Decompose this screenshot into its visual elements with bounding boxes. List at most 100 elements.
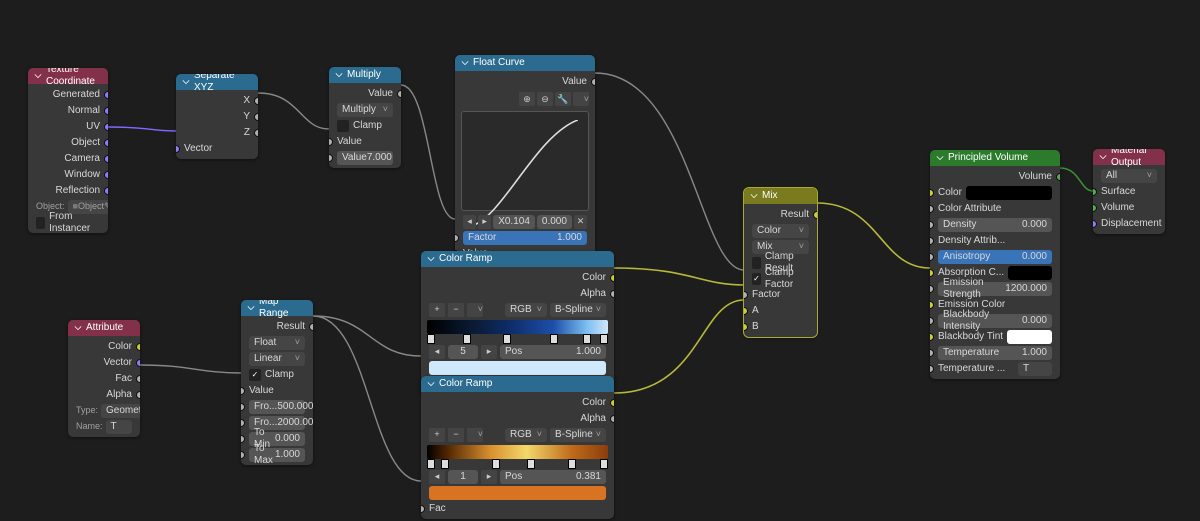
field-anisotropy[interactable]: Anisotropy0.000 [930, 249, 1060, 264]
stop-index[interactable]: 5 [448, 345, 478, 359]
node-color-ramp-1[interactable]: Color Ramp Color Alpha + − RGB B-Spline … [421, 251, 614, 394]
field-color[interactable]: Color [930, 185, 1060, 200]
mode-dropdown[interactable]: RGB [505, 303, 547, 317]
ramp-menu[interactable] [467, 303, 483, 317]
field-color-attribute[interactable]: Color Attribute [930, 201, 1060, 216]
out-alpha: Alpha [68, 387, 140, 402]
add-stop-icon[interactable]: + [429, 428, 445, 442]
node-header[interactable]: Separate XYZ [176, 74, 258, 90]
remove-stop-icon[interactable]: − [448, 303, 464, 317]
node-header[interactable]: Texture Coordinate [28, 68, 108, 84]
out-color: Color [68, 339, 140, 354]
out-color: Color [421, 395, 614, 410]
stop-pos[interactable]: Pos1.000 [500, 345, 606, 359]
next-stop-icon[interactable]: ▸ [481, 345, 497, 359]
field-temperature[interactable]: Temperature1.000 [930, 345, 1060, 360]
out-uv: UV [28, 119, 108, 134]
field-temperature-[interactable]: Temperature ...T [930, 361, 1060, 376]
tools-icon[interactable]: 🔧 [555, 92, 571, 106]
out-y: Y [176, 109, 258, 124]
next-stop-icon[interactable]: ▸ [481, 470, 497, 484]
in-to-max[interactable]: To Max1.000 [241, 447, 313, 462]
interp-dropdown[interactable]: B-Spline [550, 428, 606, 442]
in-value-1: Value [329, 134, 401, 149]
target-dropdown[interactable]: All [1101, 169, 1157, 183]
in-surface: Surface [1093, 184, 1165, 199]
node-mix[interactable]: Mix Result Color Mix Clamp Result Clamp … [744, 188, 817, 337]
out-z: Z [176, 125, 258, 140]
mode-dropdown[interactable]: RGB [505, 428, 547, 442]
stop-pos[interactable]: Pos0.381 [500, 470, 606, 484]
node-texture-coordinate[interactable]: Texture Coordinate Generated Normal UV O… [28, 68, 108, 233]
interp-dropdown[interactable]: B-Spline [550, 303, 606, 317]
out-value: Value [455, 74, 595, 89]
out-normal: Normal [28, 103, 108, 118]
next-point-icon[interactable]: ▸ [478, 215, 491, 229]
field-blackbody-intensity[interactable]: Blackbody Intensity0.000 [930, 313, 1060, 328]
delete-point-icon[interactable]: ✕ [574, 215, 587, 229]
node-math-multiply[interactable]: Multiply Value Multiply Clamp Value Valu… [329, 67, 401, 168]
in-fac: Fac [421, 501, 614, 516]
in-factor[interactable]: Factor1.000 [455, 230, 595, 245]
prev-stop-icon[interactable]: ◂ [429, 345, 445, 359]
interp-dropdown[interactable]: Linear [249, 352, 305, 366]
out-value: Value [329, 86, 401, 101]
out-alpha: Alpha [421, 411, 614, 426]
in-to-min[interactable]: To Min0.000 [241, 431, 313, 446]
in-value: Value [241, 383, 313, 398]
in-displacement: Displacement [1093, 216, 1165, 231]
gradient[interactable] [427, 445, 608, 459]
gradient[interactable] [427, 320, 608, 334]
out-result: Result [241, 319, 313, 334]
out-alpha: Alpha [421, 286, 614, 301]
stop-index[interactable]: 1 [448, 470, 478, 484]
in-volume: Volume [1093, 200, 1165, 215]
node-material-output[interactable]: Material Output All Surface Volume Displ… [1093, 149, 1165, 234]
field-blackbody-tint[interactable]: Blackbody Tint [930, 329, 1060, 344]
in-factor: Factor [744, 287, 817, 302]
in-vector: Vector [176, 141, 258, 156]
attr-name-input[interactable]: T [106, 420, 132, 434]
field-density-attrib-[interactable]: Density Attrib... [930, 233, 1060, 248]
clamp-toggle[interactable]: Clamp [241, 367, 313, 382]
node-separate-xyz[interactable]: Separate XYZ X Y Z Vector [176, 74, 258, 159]
out-x: X [176, 93, 258, 108]
curve-menu[interactable] [573, 92, 589, 106]
node-float-curve[interactable]: Float Curve Value ⊕ ⊖ 🔧 ◂ ▸ X0.104 0.000… [455, 55, 595, 264]
zoom-in-icon[interactable]: ⊕ [519, 92, 535, 106]
out-reflection: Reflection [28, 183, 108, 198]
clamp-toggle[interactable]: Clamp [329, 118, 401, 133]
in-value-2[interactable]: Value7.000 [329, 150, 401, 165]
prev-stop-icon[interactable]: ◂ [429, 470, 445, 484]
operation-dropdown[interactable]: Multiply [337, 103, 393, 117]
in-b: B [744, 319, 817, 334]
prev-point-icon[interactable]: ◂ [463, 215, 476, 229]
out-result: Result [744, 207, 817, 222]
out-color: Color [421, 270, 614, 285]
node-principled-volume[interactable]: Principled Volume Volume ColorColor Attr… [930, 150, 1060, 379]
dtype-dropdown[interactable]: Color [752, 224, 809, 238]
in-a: A [744, 303, 817, 318]
curve-toolbar: ⊕ ⊖ 🔧 [455, 92, 595, 106]
stop-color-swatch[interactable] [429, 361, 606, 375]
dtype-dropdown[interactable]: Float [249, 336, 305, 350]
field-emission-strength[interactable]: Emission Strength1200.000 [930, 281, 1060, 296]
clamp-factor-toggle[interactable]: Clamp Factor [744, 271, 817, 286]
node-map-range[interactable]: Map Range Result Float Linear Clamp Valu… [241, 300, 313, 465]
curve-editor[interactable] [461, 111, 589, 211]
node-color-ramp-2[interactable]: Color Ramp Color Alpha + − RGB B-Spline … [421, 376, 614, 519]
node-attribute[interactable]: Attribute Color Vector Fac Alpha Type:Ge… [68, 320, 140, 437]
remove-stop-icon[interactable]: − [448, 428, 464, 442]
in-from-max[interactable]: Fro...2000.000 [241, 415, 313, 430]
field-density[interactable]: Density0.000 [930, 217, 1060, 232]
add-stop-icon[interactable]: + [429, 303, 445, 317]
out-vector: Vector [68, 355, 140, 370]
zoom-out-icon[interactable]: ⊖ [537, 92, 553, 106]
attr-type-dropdown[interactable]: Geometry [101, 404, 140, 418]
out-generated: Generated [28, 87, 108, 102]
from-instancer-toggle[interactable]: From Instancer [28, 215, 108, 230]
ramp-menu[interactable] [467, 428, 483, 442]
in-from-min[interactable]: Fro...500.000 [241, 399, 313, 414]
stop-color-swatch[interactable] [429, 486, 606, 500]
out-camera: Camera [28, 151, 108, 166]
